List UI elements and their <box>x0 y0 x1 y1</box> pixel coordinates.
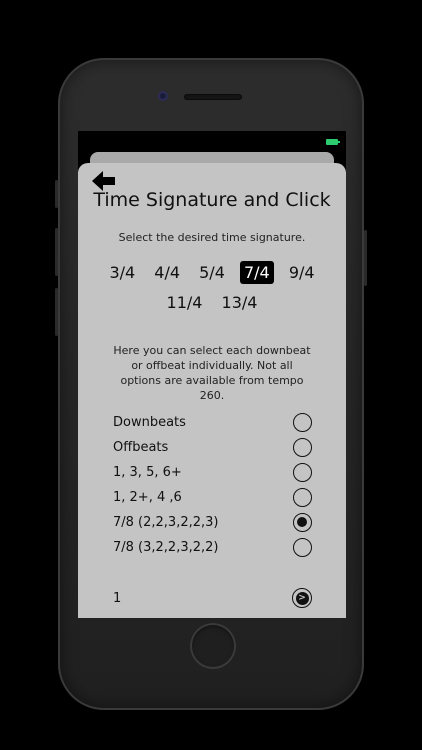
radio-button[interactable] <box>293 537 312 557</box>
option-label: 1, 3, 5, 6+ <box>113 464 182 480</box>
signature-4-4[interactable]: 4/4 <box>150 261 184 284</box>
signature-9-4[interactable]: 9/4 <box>285 261 319 284</box>
option-label: 7/8 (3,2,2,3,2,2) <box>113 539 219 555</box>
time-signature-sheet: Time Signature and Click Select the desi… <box>78 163 346 618</box>
count-value: 1 <box>113 590 122 606</box>
option-label: 1, 2+, 4 ,6 <box>113 489 182 505</box>
info-text: Here you can select each downbeat or off… <box>113 344 311 402</box>
option-offbeats[interactable]: Offbeats <box>113 436 312 458</box>
volume-up-button <box>55 228 58 276</box>
option-label: 7/8 (2,2,3,2,2,3) <box>113 514 219 530</box>
battery-icon <box>326 139 340 145</box>
radio-button[interactable] <box>293 462 312 482</box>
page-title: Time Signature and Click <box>93 189 331 211</box>
signature-13-4[interactable]: 13/4 <box>218 291 262 314</box>
power-button <box>364 230 367 286</box>
signature-5-4[interactable]: 5/4 <box>195 261 229 284</box>
radio-button[interactable] <box>293 412 312 432</box>
option-label: Offbeats <box>113 439 169 455</box>
option-7-8-223223[interactable]: 7/8 (2,2,3,2,2,3) <box>113 511 312 533</box>
earpiece-speaker <box>184 94 242 100</box>
signature-11-4[interactable]: 11/4 <box>163 291 207 314</box>
option-1-2plus-4-6[interactable]: 1, 2+, 4 ,6 <box>113 486 312 508</box>
arrow-right-circle-icon: > <box>295 591 309 605</box>
signature-row-2: 11/4 13/4 <box>78 291 346 314</box>
signature-3-4[interactable]: 3/4 <box>105 261 139 284</box>
radio-button-selected[interactable] <box>293 512 312 532</box>
front-camera <box>158 91 168 101</box>
option-label: Downbeats <box>113 414 186 430</box>
option-1-3-5-6plus[interactable]: 1, 3, 5, 6+ <box>113 461 312 483</box>
option-7-8-322322[interactable]: 7/8 (3,2,2,3,2,2) <box>113 536 312 558</box>
mute-switch <box>55 180 58 208</box>
volume-down-button <box>55 288 58 336</box>
phone-screen: Time Signature and Click Select the desi… <box>78 131 346 618</box>
subtitle: Select the desired time signature. <box>118 231 306 244</box>
option-downbeats[interactable]: Downbeats <box>113 411 312 433</box>
next-button[interactable]: > <box>292 588 312 608</box>
radio-button[interactable] <box>293 487 312 507</box>
signature-7-4[interactable]: 7/4 <box>239 261 274 284</box>
count-row: 1 > <box>113 587 312 609</box>
signature-row-1: 3/4 4/4 5/4 7/4 9/4 <box>78 261 346 284</box>
home-button <box>190 623 236 669</box>
radio-button[interactable] <box>293 437 312 457</box>
